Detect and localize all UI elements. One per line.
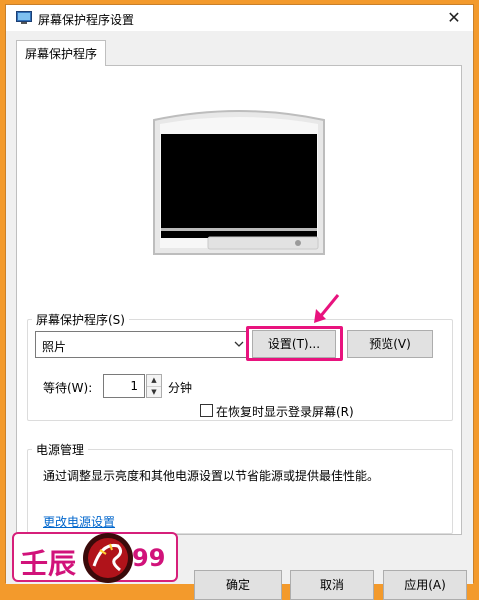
change-power-settings-link[interactable]: 更改电源设置 — [43, 513, 115, 530]
wait-spinner[interactable]: ▲ ▼ — [146, 374, 162, 398]
wait-input[interactable]: 1 — [103, 374, 145, 398]
window-title: 屏幕保护程序设置 — [38, 13, 135, 27]
cancel-button[interactable]: 取消 — [290, 570, 374, 600]
dialog-body: 屏幕保护程序 屏幕保护程序(S) 照片 设置(T)... 预览(V) 等待(W)… — [6, 31, 473, 600]
settings-highlight-box — [246, 326, 343, 361]
power-group-label: 电源管理 — [32, 441, 89, 458]
title-bar[interactable]: 屏幕保护程序设置 ✕ — [6, 5, 473, 31]
chevron-down-icon — [234, 341, 244, 347]
spin-up-icon[interactable]: ▲ — [147, 375, 161, 387]
dialog-window: 屏幕保护程序设置 ✕ 屏幕保护程序 屏幕保护程序(S) 照片 设置(T)... — [5, 4, 474, 600]
screensaver-select-value: 照片 — [42, 340, 67, 354]
ok-button[interactable]: 确定 — [194, 570, 282, 600]
spin-down-icon[interactable]: ▼ — [147, 387, 161, 398]
resume-logon-label: 在恢复时显示登录屏幕(R) — [216, 405, 354, 419]
apply-button[interactable]: 应用(A) — [383, 570, 467, 600]
dragon-logo-icon — [83, 533, 133, 583]
close-button[interactable]: ✕ — [443, 7, 465, 29]
watermark-text-right: 99 — [132, 544, 166, 572]
power-description: 通过调整显示亮度和其他电源设置以节省能源或提供最佳性能。 — [43, 469, 380, 483]
wait-unit-label: 分钟 — [168, 381, 193, 395]
monitor-app-icon — [16, 11, 32, 24]
monitor-preview-icon — [153, 110, 325, 255]
screensaver-group-label: 屏幕保护程序(S) — [32, 311, 129, 328]
screensaver-select[interactable]: 照片 — [35, 331, 249, 358]
arrow-pointer-icon — [314, 294, 340, 323]
tab-screensaver[interactable]: 屏幕保护程序 — [16, 40, 107, 66]
resume-logon-checkbox[interactable] — [200, 404, 213, 417]
wait-label: 等待(W): — [43, 381, 93, 395]
preview-button[interactable]: 预览(V) — [347, 330, 433, 358]
watermark-badge: 壬辰 99 — [12, 532, 178, 583]
watermark-text-left: 壬辰 — [20, 547, 77, 580]
